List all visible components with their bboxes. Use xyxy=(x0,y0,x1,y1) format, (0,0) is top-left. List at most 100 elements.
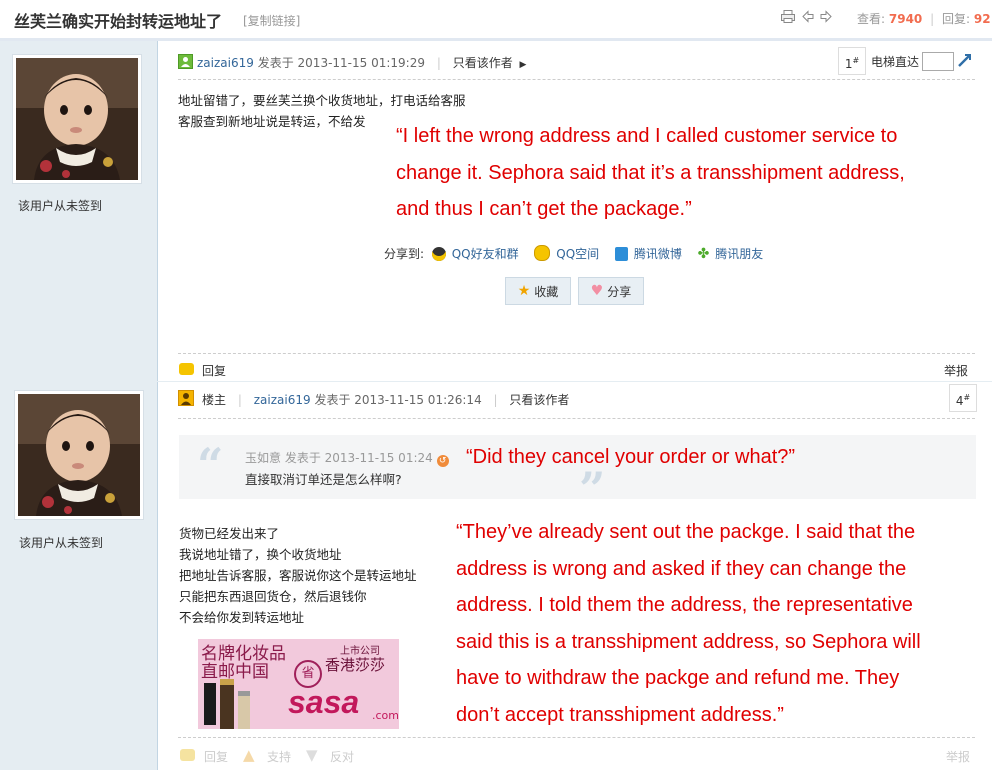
author-link[interactable]: zaizai619 xyxy=(254,393,311,407)
support-link[interactable]: 支持 xyxy=(267,748,291,765)
stats-separator: | xyxy=(930,12,935,26)
post-line: 只能把东西退回货仓，然后退钱你 xyxy=(179,589,367,604)
clover-icon: ✤ xyxy=(697,246,710,262)
qzone-icon xyxy=(534,245,551,261)
thread-title: 丝芙兰确实开始封转运地址了 xyxy=(14,12,223,31)
post-line: 货物已经发出来了 xyxy=(179,526,280,541)
floor-number: 4# xyxy=(949,384,977,412)
annotation-line: don’t accept transshipment address.” xyxy=(456,703,784,726)
previous-thread-icon[interactable] xyxy=(802,10,814,23)
star-icon: ★ xyxy=(517,283,531,299)
go-arrow-icon[interactable] xyxy=(957,52,973,68)
post-line: 把地址告诉客服，客服说你这个是转运地址 xyxy=(179,568,417,583)
reply-link[interactable]: 回复 xyxy=(204,748,228,765)
post-body: 货物已经发出来了 我说地址错了，换个收货地址 把地址告诉客服，客服说你这个是转运… xyxy=(179,523,417,628)
report-link[interactable]: 举报 xyxy=(946,748,970,765)
favorite-button[interactable]: ★ 收藏 xyxy=(505,277,571,305)
annotation-line: have to withdraw the packge and refund m… xyxy=(456,667,900,689)
cosmetic-bottle-image xyxy=(204,683,216,725)
annotation-line: address. I told them the address, the re… xyxy=(456,594,913,616)
thumb-down-icon[interactable]: ▼ xyxy=(306,746,318,764)
avatar-image xyxy=(16,58,138,180)
quote-text: 直接取消订单还是怎么样啊? xyxy=(245,472,402,487)
share-tencent-weibo-link[interactable]: 腾讯微博 xyxy=(634,247,682,261)
divider xyxy=(178,353,975,354)
reply-link[interactable]: 回复 xyxy=(202,362,226,379)
share-tencent-friends-link[interactable]: 腾讯朋友 xyxy=(715,247,763,261)
ad-brand: sasa xyxy=(288,684,360,720)
favorite-label: 收藏 xyxy=(534,284,559,299)
elevator-label: 电梯直达 xyxy=(871,55,920,69)
floor-number: 1# xyxy=(838,47,866,75)
annotation-line: change it. Sephora said that it’s a tran… xyxy=(396,161,905,184)
cosmetic-bottle-image xyxy=(220,679,234,729)
reply-bubble-icon[interactable] xyxy=(179,363,194,375)
report-link[interactable]: 举报 xyxy=(944,362,968,379)
translation-annotation: “I left the wrong address and I called c… xyxy=(396,118,905,228)
annotation-line: said this is a transshipment address, so… xyxy=(456,630,921,653)
annotation-line: address is wrong and asked if they can c… xyxy=(456,557,907,580)
thread-starter-icon xyxy=(178,390,194,406)
online-user-icon xyxy=(178,54,193,69)
elevator-floor-input[interactable] xyxy=(922,52,954,71)
share-qq-friends-link[interactable]: QQ好友和群 xyxy=(452,247,519,261)
thumb-up-icon[interactable]: ▲ xyxy=(243,746,255,764)
next-thread-icon[interactable] xyxy=(820,10,832,23)
floor-mark: # xyxy=(963,393,971,402)
views-count: 7940 xyxy=(888,12,923,26)
annotation-line: and thus I can’t get the package.” xyxy=(396,198,692,220)
share-qzone-link[interactable]: QQ空间 xyxy=(556,247,599,261)
copy-link[interactable]: [复制链接] xyxy=(243,12,300,29)
divider xyxy=(178,418,975,419)
translation-annotation: “Did they cancel your order or what?” xyxy=(466,446,796,468)
sasa-ad-banner[interactable]: 名牌化妆品 直邮中国 上市公司 香港莎莎 省 sasa .com xyxy=(198,639,399,729)
only-author-link[interactable]: 只看该作者 xyxy=(509,393,569,407)
translation-annotation: “They’ve already sent out the packge. I … xyxy=(456,514,921,733)
print-icon[interactable] xyxy=(781,10,795,23)
open-quote-icon: “ xyxy=(197,438,224,492)
qq-friends-icon xyxy=(431,247,446,261)
post-meta: 楼主 | zaizai619 发表于 2013-11-15 01:26:14 |… xyxy=(202,391,569,408)
author-link[interactable]: zaizai619 xyxy=(197,56,254,70)
share-bar: 分享到: QQ好友和群 QQ空间 腾讯微博 ✤ 腾讯朋友 xyxy=(384,245,763,262)
avatar[interactable] xyxy=(12,54,142,184)
post-line: 地址留错了，要丝芙兰换个收货地址，打电话给客服 xyxy=(178,93,466,108)
replies-count: 92 xyxy=(973,12,991,26)
oppose-link[interactable]: 反对 xyxy=(330,748,354,765)
share-label: 分享到: xyxy=(384,247,425,261)
quote-source: 玉如意 发表于 2013-11-15 01:24 xyxy=(245,451,433,465)
replies-label: 回复: xyxy=(941,12,971,26)
ad-line-2: 直邮中国 xyxy=(201,662,269,682)
tencent-weibo-icon xyxy=(615,247,628,261)
checkin-status: 该用户从未签到 xyxy=(18,199,103,213)
post-time: 发表于 2013-11-15 01:19:29 xyxy=(257,56,425,70)
avatar[interactable] xyxy=(14,390,144,520)
post-line: 不会给你发到转运地址 xyxy=(179,610,305,625)
reply-bubble-icon[interactable] xyxy=(180,749,195,761)
annotation-line: “I left the wrong address and I called c… xyxy=(396,125,898,147)
jump-to-post-icon[interactable]: ↺ xyxy=(436,455,449,467)
views-label: 查看: xyxy=(857,12,886,26)
checkin-status: 该用户从未签到 xyxy=(19,536,104,550)
meta-separator: | xyxy=(237,393,242,407)
ad-brand-suffix: .com xyxy=(372,709,399,722)
ad-brand-cn: 香港莎莎 xyxy=(325,656,386,674)
post-time: 发表于 2013-11-15 01:26:14 xyxy=(314,393,482,407)
divider xyxy=(178,79,975,80)
post-line: 我说地址错了，换个收货地址 xyxy=(179,547,342,562)
post-meta: zaizai619 发表于 2013-11-15 01:19:29 | 只看该作… xyxy=(197,54,526,71)
only-author-link[interactable]: 只看该作者 xyxy=(453,56,513,70)
post-separator xyxy=(157,381,992,382)
floor-mark: # xyxy=(852,56,860,65)
meta-separator: | xyxy=(493,393,498,407)
share-button-label: 分享 xyxy=(607,284,632,299)
thread-stats: 查看: 7940 | 回复: 92 xyxy=(857,10,991,27)
meta-separator: | xyxy=(436,56,441,70)
share-button[interactable]: ♥ 分享 xyxy=(578,277,644,305)
divider xyxy=(178,737,975,738)
annotation-line: “They’ve already sent out the packge. I … xyxy=(456,521,916,543)
role-label: 楼主 xyxy=(202,393,227,407)
triangle-right-icon: ▶ xyxy=(519,60,527,70)
quote-meta: 玉如意 发表于 2013-11-15 01:24 ↺ xyxy=(245,449,449,467)
avatar-image xyxy=(18,394,140,516)
